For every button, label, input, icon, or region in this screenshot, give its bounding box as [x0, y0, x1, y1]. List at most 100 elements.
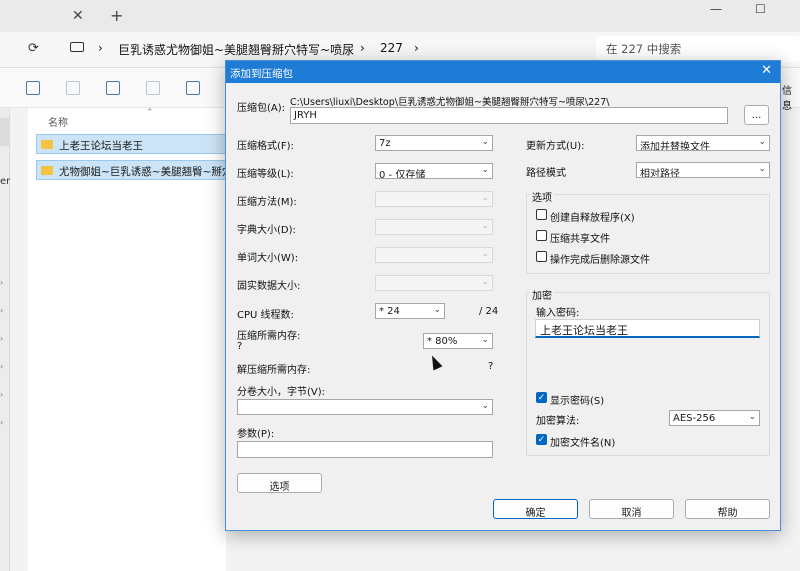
chevron-down-icon: ⌄ [758, 137, 766, 147]
decompress-memory-value: ? [488, 361, 494, 372]
delete-after-checkbox[interactable] [536, 251, 547, 262]
encryption-method-label: 加密算法: [536, 416, 580, 427]
path-mode-value: 相对路径 [640, 169, 680, 178]
expand-arrow-icon[interactable]: › [0, 362, 3, 371]
file-name: 尤物御姐~巨乳诱惑~美腿翘臀~掰穴特写 [59, 166, 229, 178]
details-label[interactable]: 信息 [782, 82, 800, 112]
format-label: 压缩格式(F): [237, 141, 294, 152]
breadcrumb-current[interactable]: 227 [380, 41, 403, 55]
maximize-icon[interactable]: ☐ [755, 2, 766, 16]
sort-caret-icon: ⌃ [146, 108, 154, 118]
chevron-down-icon: ⌄ [481, 137, 489, 147]
expand-arrow-icon[interactable]: › [0, 390, 3, 399]
archive-path: C:\Users\liuxi\Desktop\巨乳诱惑尤物御姐~美腿翘臀掰穴特写… [290, 97, 610, 108]
encrypt-names-checkbox[interactable]: ✓ [536, 434, 547, 445]
folder-icon [41, 140, 53, 149]
cpu-threads-label: CPU 线程数: [237, 310, 294, 321]
solid-size-label: 固实数据大小: [237, 281, 301, 292]
shared-files-label[interactable]: 压缩共享文件 [550, 230, 610, 245]
encryption-group-title: 加密 [530, 287, 554, 302]
delete-after-label[interactable]: 操作完成后删除源文件 [550, 251, 650, 266]
chevron-down-icon: ⌄ [481, 249, 489, 259]
delete-icon[interactable] [186, 81, 200, 95]
new-tab-icon[interactable]: + [110, 6, 123, 25]
breadcrumb-folder[interactable]: 巨乳诱惑尤物御姐~美腿翘臀掰穴特写~喷尿 [118, 41, 354, 58]
expand-arrow-icon[interactable]: › [0, 306, 3, 315]
path-mode-select[interactable]: 相对路径 ⌄ [636, 162, 770, 178]
close-icon[interactable]: ✕ [761, 63, 772, 78]
parameters-label: 参数(P): [237, 429, 275, 440]
help-button[interactable]: 帮助 [685, 499, 770, 519]
decompress-memory-label: 解压缩所需内存: [237, 365, 311, 376]
expand-arrow-icon[interactable]: › [0, 334, 3, 343]
chevron-down-icon: ⌄ [433, 305, 441, 315]
options-group-title: 选项 [530, 189, 554, 204]
compress-memory-value: ? [237, 341, 243, 352]
share-icon[interactable] [146, 81, 160, 95]
show-password-checkbox[interactable]: ✓ [536, 392, 547, 403]
encryption-method-value: AES-256 [673, 413, 716, 424]
update-mode-select[interactable]: 添加并替换文件 ⌄ [636, 135, 770, 151]
memory-usage-select[interactable]: * 80% ⌄ [423, 333, 493, 349]
expand-arrow-icon[interactable]: › [0, 418, 3, 427]
chevron-down-icon: ⌄ [481, 277, 489, 287]
encryption-method-select[interactable]: AES-256 ⌄ [669, 410, 760, 426]
breadcrumb-separator-icon[interactable]: › [98, 41, 103, 55]
file-name: 上老王论坛当老王 [59, 140, 143, 152]
file-list: 名称 ⌃ 上老王论坛当老王 尤物御姐~巨乳诱惑~美腿翘臀~掰穴特写 [28, 108, 230, 571]
nav-selected-item[interactable] [0, 118, 10, 146]
show-password-label[interactable]: 显示密码(S) [550, 392, 604, 407]
dictionary-select[interactable]: ⌄ [375, 219, 493, 235]
sfx-label[interactable]: 创建自释放程序(X) [550, 209, 635, 224]
paste-icon[interactable] [66, 81, 80, 95]
refresh-icon[interactable]: ⟳ [28, 41, 39, 56]
folder-icon [41, 166, 53, 175]
rename-icon[interactable] [106, 81, 120, 95]
add-to-archive-dialog: 添加到压缩包 ✕ 压缩包(A): C:\Users\liuxi\Desktop\… [225, 60, 781, 531]
dialog-titlebar[interactable]: 添加到压缩包 ✕ [226, 61, 780, 83]
encrypt-names-label[interactable]: 加密文件名(N) [550, 434, 615, 449]
tab-strip: ✕ + — ☐ [0, 0, 800, 32]
nav-item-label[interactable]: er [0, 176, 10, 187]
sfx-checkbox[interactable] [536, 209, 547, 220]
minimize-icon[interactable]: — [710, 2, 722, 16]
format-select[interactable]: 7z ⌄ [375, 135, 493, 151]
expand-arrow-icon[interactable]: › [0, 278, 3, 287]
chevron-down-icon: ⌄ [481, 165, 489, 175]
dialog-title: 添加到压缩包 [230, 68, 293, 80]
split-volume-select[interactable]: ⌄ [237, 399, 493, 415]
parameters-input[interactable] [237, 441, 493, 458]
method-select[interactable]: ⌄ [375, 191, 493, 207]
navigation-pane: er › › › › › › [0, 108, 10, 571]
cancel-button[interactable]: 取消 [589, 499, 674, 519]
browse-button[interactable]: ... [744, 105, 769, 125]
copy-icon[interactable] [26, 81, 40, 95]
archive-name-input[interactable]: JRYH [290, 107, 728, 124]
archive-label: 压缩包(A): [237, 103, 286, 114]
update-mode-value: 添加并替换文件 [640, 142, 710, 151]
chevron-down-icon: ⌄ [481, 221, 489, 231]
ok-button[interactable]: 确定 [493, 499, 578, 519]
password-input[interactable]: 上老王论坛当老王 [535, 319, 760, 338]
list-item[interactable]: 尤物御姐~巨乳诱惑~美腿翘臀~掰穴特写 [36, 160, 230, 180]
computer-icon[interactable] [70, 42, 84, 52]
column-header-name[interactable]: 名称 [48, 114, 68, 129]
word-size-label: 单词大小(W): [237, 253, 299, 264]
dictionary-label: 字典大小(D): [237, 225, 296, 236]
word-size-select[interactable]: ⌄ [375, 247, 493, 263]
shared-files-checkbox[interactable] [536, 230, 547, 241]
options-button[interactable]: 选项 [237, 473, 322, 493]
level-select[interactable]: 0 - 仅存储 ⌄ [375, 163, 493, 179]
cpu-threads-select[interactable]: * 24 ⌄ [375, 303, 445, 319]
tab-close-icon[interactable]: ✕ [72, 8, 84, 24]
level-label: 压缩等级(L): [237, 169, 294, 180]
update-mode-label: 更新方式(U): [526, 141, 585, 152]
list-item[interactable]: 上老王论坛当老王 [36, 134, 230, 154]
breadcrumb-separator-icon[interactable]: › [414, 41, 419, 55]
chevron-down-icon: ⌄ [748, 412, 756, 422]
memory-usage-value: * 80% [427, 336, 458, 347]
search-input[interactable]: 在 227 中搜索 [596, 36, 800, 62]
solid-size-select[interactable]: ⌄ [375, 275, 493, 291]
password-label: 输入密码: [536, 308, 580, 319]
breadcrumb-separator-icon[interactable]: › [360, 41, 365, 55]
